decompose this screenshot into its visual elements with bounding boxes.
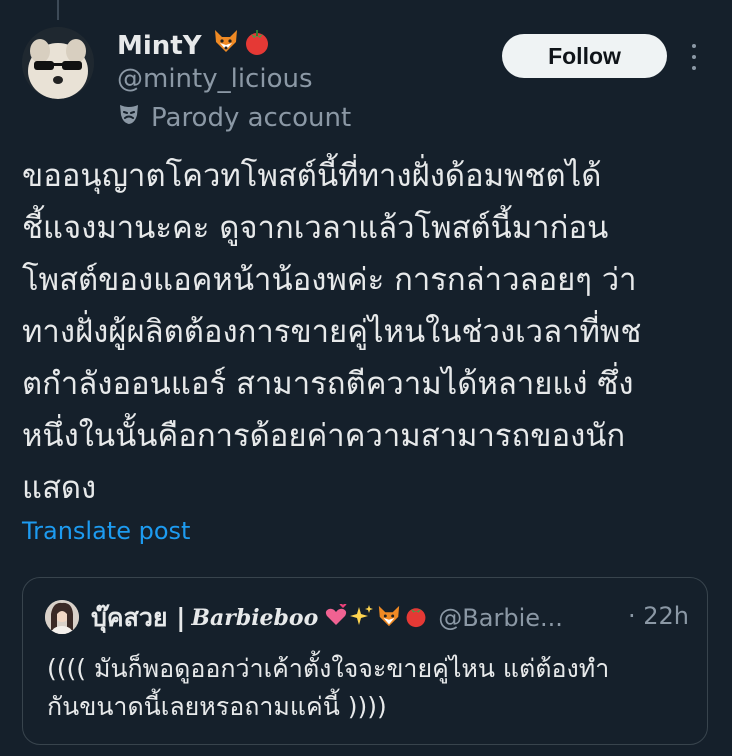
post-text-line: แสดง <box>22 470 97 506</box>
quoted-post-text: (((( มันก็พอดูออกว่าเค้าตั้งใจจะขายคู่ไห… <box>47 650 697 726</box>
thread-connector-line <box>57 0 59 20</box>
quoted-post-timestamp[interactable]: · 22h <box>628 602 689 630</box>
quoted-post-card[interactable]: บุ๊คสวย | Barbieboo @Barbie... · 22h (((… <box>22 577 708 745</box>
post-text-line: โพสต์ของแอคหน้าน้องพค่ะ การกล่าวลอยๆ ว่า <box>22 262 637 298</box>
two-hearts-emoji-icon <box>324 603 348 632</box>
post-text-line: ชี้แจงมานะคะ ดูจากเวลาแล้วโพสต์นี้มาก่อน <box>22 210 609 246</box>
follow-button[interactable]: Follow <box>502 34 667 78</box>
author-handle[interactable]: @minty_licious <box>117 64 313 94</box>
quoted-author-handle[interactable]: @Barbie... <box>438 604 563 632</box>
post-text-line: ตกำลังออนแอร์ สามารถตีความได้หลายแง่ ซึ่… <box>22 366 634 402</box>
theater-masks-icon <box>117 102 141 133</box>
quoted-author-name[interactable]: บุ๊คสวย | <box>91 598 185 638</box>
quoted-text-line: กันขนาดนี้เลยหรอถามแค่นี้ )))) <box>47 692 387 721</box>
quoted-author-name-script[interactable]: Barbieboo <box>191 605 318 631</box>
parody-account-label: Parody account <box>117 102 351 133</box>
more-vertical-icon[interactable] <box>684 44 704 70</box>
post-text-line: ทางฝั่งผู้ผลิตต้องการขายคู่ไหนในช่วงเวลา… <box>22 314 642 350</box>
quoted-text-line: (((( มันก็พอดูออกว่าเค้าตั้งใจจะขายคู่ไห… <box>47 654 610 683</box>
translate-post-link[interactable]: Translate post <box>22 517 190 545</box>
fox-emoji-icon <box>376 604 402 632</box>
tomato-emoji-icon <box>404 604 428 632</box>
post-text: ขออนุญาตโควทโพสต์นี้ที่ทางฝั่งด้อมพชตได้… <box>22 150 712 514</box>
tomato-emoji-icon <box>243 28 271 63</box>
post-text-line: ขออนุญาตโควทโพสต์นี้ที่ทางฝั่งด้อมพชตได้ <box>22 158 602 194</box>
sparkles-emoji-icon <box>350 604 374 632</box>
quoted-post-header: บุ๊คสวย | Barbieboo @Barbie... <box>91 600 691 636</box>
quoted-author-avatar[interactable] <box>45 600 79 634</box>
author-display-name[interactable]: MintY <box>117 31 202 61</box>
parody-label-text: Parody account <box>151 102 352 133</box>
fox-emoji-icon <box>212 28 240 63</box>
author-name-row[interactable]: MintY <box>117 28 271 63</box>
avatar[interactable] <box>22 27 94 99</box>
post-text-line: หนึ่งในนั้นคือการด้อยค่าความสามารถของนัก <box>22 418 626 454</box>
